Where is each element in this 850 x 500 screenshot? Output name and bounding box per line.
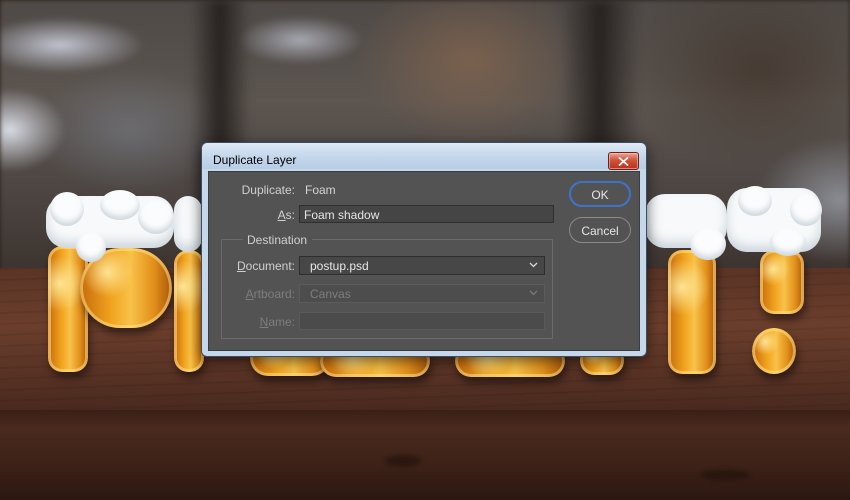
close-icon <box>618 156 629 166</box>
foam-bubble <box>100 190 140 220</box>
wood-knot <box>385 455 421 467</box>
foam-bubble <box>738 186 772 216</box>
name-label-text: ame: <box>268 315 295 329</box>
dialog-title: Duplicate Layer <box>213 153 297 167</box>
beer-exclamation-dot <box>752 328 796 374</box>
dialog-body: Duplicate: Foam As: Destination Document… <box>208 171 640 351</box>
document-label-text: ocument: <box>245 259 295 273</box>
document-label: Document: <box>209 259 295 273</box>
as-name-input[interactable] <box>299 205 554 223</box>
name-label-mnemonic: N <box>259 315 269 329</box>
artboard-select-value: Canvas <box>310 287 351 301</box>
artboard-label-mnemonic: A <box>245 287 254 301</box>
foam-bubble <box>50 192 84 226</box>
document-label-mnemonic: D <box>236 259 246 273</box>
duplicate-layer-dialog: Duplicate Layer Duplicate: Foam As: Dest… <box>201 142 647 357</box>
beer-letter-stroke <box>48 246 88 372</box>
dialog-titlebar[interactable]: Duplicate Layer <box>202 143 646 170</box>
duplicate-label: Duplicate: <box>241 183 295 197</box>
beer-letter-stroke <box>668 250 716 374</box>
name-input <box>299 312 545 330</box>
foam-bubble <box>138 200 174 234</box>
destination-group-label: Destination <box>243 233 313 247</box>
beer-letter-stroke <box>174 250 204 372</box>
as-label-text: s: <box>285 208 295 222</box>
close-button[interactable] <box>608 152 639 170</box>
beer-exclamation-bar <box>760 250 804 314</box>
document-select-value: postup.psd <box>310 259 369 273</box>
cancel-button[interactable]: Cancel <box>569 217 631 243</box>
foam-bubble <box>76 232 106 262</box>
chevron-down-icon <box>529 290 538 296</box>
name-label: Name: <box>209 315 295 329</box>
wood-knot <box>700 470 750 480</box>
artboard-select: Canvas <box>299 284 545 303</box>
artboard-label-text: rtboard: <box>253 287 295 301</box>
foam-bubble <box>770 228 806 256</box>
as-label: As: <box>209 208 295 222</box>
foam-bubble <box>690 228 726 260</box>
ok-button[interactable]: OK <box>569 181 631 207</box>
document-select[interactable]: postup.psd <box>299 256 545 275</box>
table-edge <box>0 410 850 500</box>
chevron-down-icon <box>529 262 538 268</box>
as-label-mnemonic: A <box>277 208 286 222</box>
foam-bubble <box>790 194 822 226</box>
foam-cap <box>174 196 202 252</box>
duplicate-value: Foam <box>305 183 336 197</box>
artboard-label: Artboard: <box>209 287 295 301</box>
